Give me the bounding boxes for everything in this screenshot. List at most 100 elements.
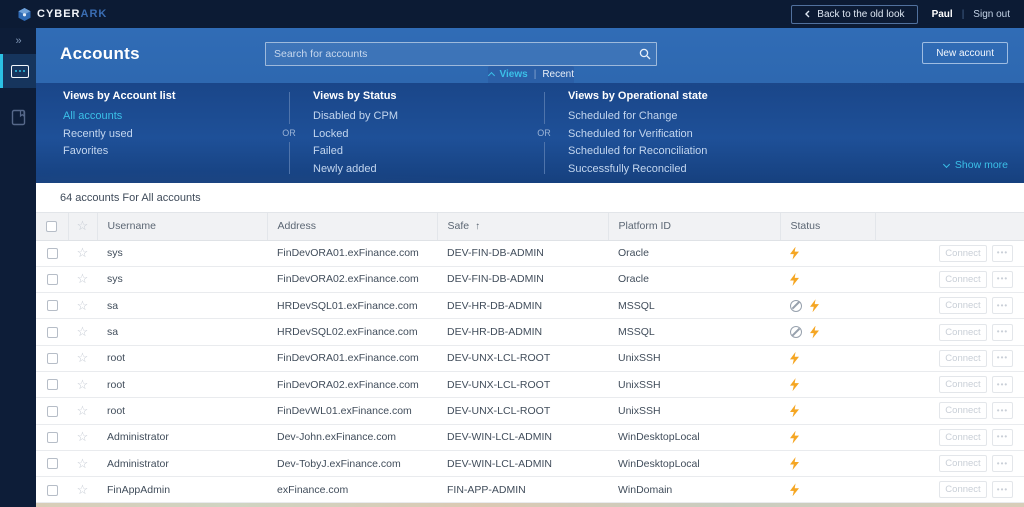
row-checkbox[interactable]	[46, 431, 58, 443]
table-row[interactable]: ☆ sa HRDevSQL02.exFinance.com DEV-HR-DB-…	[36, 318, 1024, 346]
row-checkbox[interactable]	[46, 484, 58, 496]
sidebar-item-reports[interactable]	[0, 100, 36, 134]
star-icon: ☆	[76, 218, 89, 234]
more-options-button[interactable]: •••	[992, 402, 1013, 420]
header-platform-id[interactable]: Platform ID	[608, 213, 781, 241]
table-row[interactable]: ☆ sys FinDevORA01.exFinance.com DEV-FIN-…	[36, 240, 1024, 267]
connect-button[interactable]: Connect	[939, 428, 987, 446]
signout-link[interactable]: Sign out	[973, 9, 1010, 20]
table-row[interactable]: ☆ root FinDevORA02.exFinance.com DEV-UNX…	[36, 371, 1024, 399]
connect-button[interactable]: Connect	[939, 244, 987, 262]
search-icon[interactable]	[634, 48, 656, 60]
select-all-checkbox[interactable]	[46, 220, 58, 232]
connect-button[interactable]: Connect	[939, 402, 987, 420]
table-row[interactable]: ☆ root FinDevWL01.exFinance.com DEV-UNX-…	[36, 397, 1024, 425]
views-link[interactable]: Recently used	[63, 128, 175, 140]
star-icon[interactable]: ☆	[77, 271, 89, 286]
row-checkbox[interactable]	[46, 405, 58, 417]
row-checkbox[interactable]	[46, 458, 58, 470]
table-row[interactable]: ☆ Administrator Dev-John.exFinance.com D…	[36, 424, 1024, 451]
more-options-button[interactable]: •••	[992, 244, 1013, 262]
star-icon[interactable]: ☆	[77, 456, 89, 471]
sidebar-item-accounts[interactable]	[0, 54, 36, 88]
more-options-button[interactable]: •••	[992, 428, 1013, 446]
tab-views[interactable]: Views	[500, 69, 528, 80]
views-link[interactable]: Favorites	[63, 145, 175, 157]
views-link[interactable]: Successfully Reconciled	[568, 163, 708, 175]
more-options-button[interactable]: •••	[992, 455, 1013, 473]
views-link[interactable]: Disabled by CPM	[313, 110, 398, 122]
show-more-link[interactable]: Show more	[943, 159, 1008, 171]
cell-actions: Connect •••	[875, 266, 1024, 294]
cell-address: exFinance.com	[267, 476, 437, 504]
cell-safe: DEV-FIN-DB-ADMIN	[437, 240, 608, 267]
views-link[interactable]: Scheduled for Change	[568, 110, 708, 122]
accounts-table: ☆ Username Address Safe ↑ Platform ID Sta…	[36, 213, 1024, 504]
views-column-title: Views by Account list	[63, 90, 176, 102]
cell-actions: Connect •••	[875, 476, 1024, 504]
new-account-button[interactable]: New account	[922, 42, 1008, 64]
connect-button[interactable]: Connect	[939, 376, 987, 394]
status-icons	[790, 483, 875, 497]
views-link[interactable]: Locked	[313, 128, 398, 140]
row-favorite-cell: ☆	[68, 450, 97, 478]
table-row[interactable]: ☆ root FinDevORA01.exFinance.com DEV-UNX…	[36, 345, 1024, 372]
views-link[interactable]: Scheduled for Reconciliation	[568, 145, 708, 157]
row-select-cell	[36, 345, 68, 372]
table-row[interactable]: ☆ sa HRDevSQL01.exFinance.com DEV-HR-DB-…	[36, 292, 1024, 320]
status-icons	[790, 325, 875, 339]
cell-actions: Connect •••	[875, 345, 1024, 372]
views-link[interactable]: Newly added	[313, 163, 398, 175]
connect-button[interactable]: Connect	[939, 349, 987, 367]
connect-button[interactable]: Connect	[939, 323, 987, 341]
more-options-button[interactable]: •••	[992, 297, 1013, 315]
row-favorite-cell: ☆	[68, 266, 97, 294]
expand-sidebar-button[interactable]: »	[0, 28, 36, 54]
connect-button[interactable]: Connect	[939, 270, 987, 288]
lightning-bolt-icon	[790, 378, 799, 392]
tab-recent[interactable]: Recent	[542, 69, 574, 80]
connect-button[interactable]: Connect	[939, 455, 987, 473]
star-icon[interactable]: ☆	[77, 324, 89, 339]
cell-status	[780, 292, 875, 320]
star-icon[interactable]: ☆	[77, 298, 89, 313]
star-icon[interactable]: ☆	[77, 429, 89, 444]
star-icon[interactable]: ☆	[77, 350, 89, 365]
views-link[interactable]: All accounts	[63, 110, 175, 122]
header-safe[interactable]: Safe ↑	[437, 213, 609, 241]
more-options-button[interactable]: •••	[992, 349, 1013, 367]
table-row[interactable]: ☆ FinAppAdmin exFinance.com FIN-APP-ADMI…	[36, 476, 1024, 504]
or-label: OR	[282, 128, 296, 138]
views-link[interactable]: Failed	[313, 145, 398, 157]
views-link[interactable]: Scheduled for Verification	[568, 128, 708, 140]
connect-button[interactable]: Connect	[939, 481, 987, 499]
more-options-button[interactable]: •••	[992, 376, 1013, 394]
row-checkbox[interactable]	[46, 326, 58, 338]
header-status[interactable]: Status	[780, 213, 876, 241]
brand-light: ARK	[80, 8, 108, 20]
more-options-button[interactable]: •••	[992, 323, 1013, 341]
search-box	[265, 42, 657, 66]
back-to-old-look-button[interactable]: Back to the old look	[791, 4, 918, 24]
header-username[interactable]: Username	[97, 213, 268, 241]
row-checkbox[interactable]	[46, 247, 58, 259]
brand-bold: CYBER	[37, 8, 81, 20]
search-input[interactable]	[266, 48, 634, 60]
table-row[interactable]: ☆ Administrator Dev-TobyJ.exFinance.com …	[36, 450, 1024, 478]
star-icon[interactable]: ☆	[77, 403, 89, 418]
star-icon[interactable]: ☆	[77, 482, 89, 497]
row-checkbox[interactable]	[46, 274, 58, 286]
star-icon[interactable]: ☆	[77, 377, 89, 392]
cell-address: Dev-TobyJ.exFinance.com	[267, 450, 437, 478]
cell-username: root	[97, 397, 267, 425]
header-address[interactable]: Address	[267, 213, 438, 241]
more-options-button[interactable]: •••	[992, 481, 1013, 499]
star-icon[interactable]: ☆	[77, 245, 89, 260]
row-checkbox[interactable]	[46, 300, 58, 312]
connect-button[interactable]: Connect	[939, 297, 987, 315]
username-label[interactable]: Paul	[932, 9, 953, 20]
row-checkbox[interactable]	[46, 379, 58, 391]
row-checkbox[interactable]	[46, 353, 58, 365]
table-row[interactable]: ☆ sys FinDevORA02.exFinance.com DEV-FIN-…	[36, 266, 1024, 294]
more-options-button[interactable]: •••	[992, 270, 1013, 288]
